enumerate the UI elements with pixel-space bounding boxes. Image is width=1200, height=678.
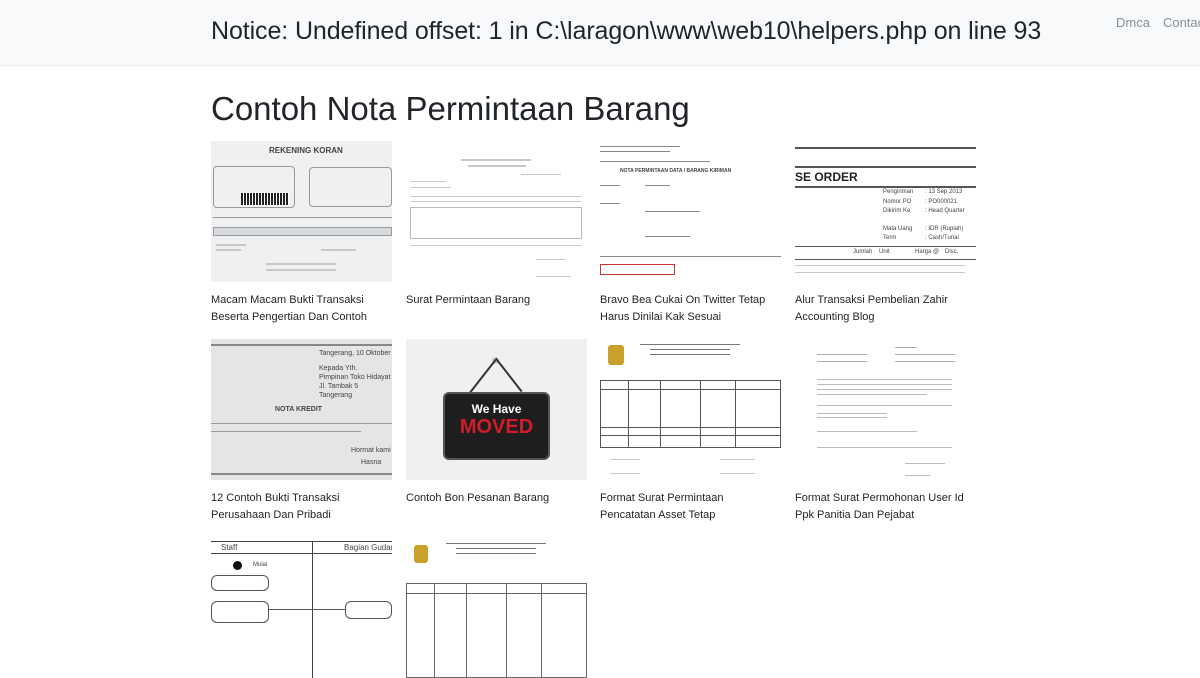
emblem-icon bbox=[608, 345, 624, 365]
note-signer: Hasna bbox=[361, 459, 382, 466]
gallery-item[interactable]: Surat Permintaan Barang bbox=[406, 141, 587, 309]
thumbnail-customs-form[interactable]: NOTA PERMINTAAN DATA / BARANG KIRIMAN bbox=[600, 141, 781, 282]
po-label: Term bbox=[883, 235, 897, 241]
lane-gudang: Bagian Gudang bbox=[344, 543, 392, 552]
thumbnail-asset-form[interactable] bbox=[600, 339, 781, 480]
gallery-caption[interactable]: Format Surat Permohonan User Id Ppk Pani… bbox=[795, 490, 976, 524]
gallery-caption[interactable]: Surat Permintaan Barang bbox=[406, 292, 587, 309]
moved-sign: We Have MOVED bbox=[443, 392, 550, 460]
thumbnail-flowchart[interactable]: Staff Bagian Gudang Mulai bbox=[211, 537, 392, 678]
thumbnail-request-letter[interactable] bbox=[406, 141, 587, 282]
gallery-link[interactable]: Contoh Bon Pesanan Barang bbox=[406, 492, 549, 504]
po-col: Jumlah bbox=[853, 249, 873, 255]
start-node-icon bbox=[233, 561, 242, 570]
gallery-item[interactable] bbox=[406, 537, 587, 678]
thumbnail-asset-form-2[interactable] bbox=[406, 537, 587, 678]
gallery-item[interactable]: Staff Bagian Gudang Mulai bbox=[211, 537, 392, 678]
po-label: Mata Uang bbox=[883, 226, 913, 232]
po-label: Dikirim Ke bbox=[883, 208, 911, 214]
gallery-caption[interactable]: Macam Macam Bukti Transaksi Beserta Peng… bbox=[211, 292, 392, 326]
nav-link-dmca[interactable]: Dmca bbox=[1116, 15, 1150, 30]
sign-line2: MOVED bbox=[459, 416, 534, 438]
gallery-caption[interactable]: Alur Transaksi Pembelian Zahir Accountin… bbox=[795, 292, 976, 326]
thumbnail-bank-statement[interactable]: REKENING KORAN bbox=[211, 141, 392, 282]
po-col: Harga @ bbox=[915, 249, 940, 255]
gallery-link[interactable]: Surat Permintaan Barang bbox=[406, 294, 530, 306]
thumbnail-purchase-order[interactable]: SE ORDER Pengiriman : 13 Sep 2013 Nomor … bbox=[795, 141, 976, 282]
gallery-link[interactable]: Bravo Bea Cukai On Twitter Tetap Harus D… bbox=[600, 294, 765, 323]
sign-line1: We Have bbox=[471, 402, 522, 416]
gallery-caption[interactable]: Format Surat Permintaan Pencatatan Asset… bbox=[600, 490, 781, 524]
note-to: Kepada Yth. bbox=[319, 365, 358, 372]
po-col: Disc. bbox=[945, 249, 959, 255]
note-closing: Hormat kami bbox=[351, 447, 391, 454]
po-value: : Cash/Tunai bbox=[925, 235, 959, 241]
gallery-link[interactable]: Alur Transaksi Pembelian Zahir Accountin… bbox=[795, 294, 948, 323]
thumb-heading: REKENING KORAN bbox=[269, 146, 343, 155]
lane-staff: Staff bbox=[221, 543, 238, 552]
thumb-heading: SE ORDER bbox=[795, 170, 858, 184]
po-value: : Head Quarter bbox=[925, 208, 965, 214]
po-value: : PO000021 bbox=[925, 199, 958, 205]
nav-link-contact[interactable]: Contact bbox=[1163, 15, 1200, 30]
gallery-caption[interactable]: 12 Contoh Bukti Transaksi Perusahaan Dan… bbox=[211, 490, 392, 524]
emblem-icon bbox=[414, 545, 428, 563]
gallery-item[interactable]: Format Surat Permohonan User Id Ppk Pani… bbox=[795, 339, 976, 524]
gallery-item[interactable]: SE ORDER Pengiriman : 13 Sep 2013 Nomor … bbox=[795, 141, 976, 326]
gallery-link[interactable]: Format Surat Permohonan User Id Ppk Pani… bbox=[795, 492, 964, 521]
thumbnail-moved-sign[interactable]: We Have MOVED bbox=[406, 339, 587, 480]
gallery-link[interactable]: Format Surat Permintaan Pencatatan Asset… bbox=[600, 492, 724, 521]
nav-links: Dmca Contact bbox=[1116, 15, 1200, 30]
gallery-item[interactable]: REKENING KORAN Macam Macam Bukti Transak… bbox=[211, 141, 392, 326]
gallery-caption[interactable]: Contoh Bon Pesanan Barang bbox=[406, 490, 587, 507]
gallery-caption[interactable]: Bravo Bea Cukai On Twitter Tetap Harus D… bbox=[600, 292, 781, 326]
top-navbar: Notice: Undefined offset: 1 in C:\larago… bbox=[0, 0, 1200, 66]
po-value: : 13 Sep 2013 bbox=[925, 189, 963, 195]
po-label: Pengiriman bbox=[883, 189, 914, 195]
note-street: Jl. Tambak 5 bbox=[319, 383, 359, 390]
note-city: Tangerang bbox=[319, 392, 353, 399]
po-value: : IDR (Rupiah) bbox=[925, 226, 964, 232]
gallery-link[interactable]: Macam Macam Bukti Transaksi Beserta Peng… bbox=[211, 294, 367, 323]
gallery-item[interactable]: Format Surat Permintaan Pencatatan Asset… bbox=[600, 339, 781, 524]
thumbnail-credit-note[interactable]: Tangerang, 10 Oktober Kepada Yth. Pimpin… bbox=[211, 339, 392, 480]
thumb-heading: NOTA PERMINTAAN DATA / BARANG KIRIMAN bbox=[620, 168, 732, 174]
thumbnail-user-id-letter[interactable] bbox=[795, 339, 976, 480]
gallery-item[interactable]: We Have MOVED Contoh Bon Pesanan Barang bbox=[406, 339, 587, 507]
note-date: Tangerang, 10 Oktober bbox=[319, 350, 391, 357]
po-label: Nomor PO bbox=[883, 199, 912, 205]
note-recipient: Pimpinan Toko Hidayat bbox=[319, 374, 391, 381]
page-title: Contoh Nota Permintaan Barang bbox=[211, 90, 690, 127]
php-notice-brand[interactable]: Notice: Undefined offset: 1 in C:\larago… bbox=[211, 17, 1041, 46]
gallery-item[interactable]: Tangerang, 10 Oktober Kepada Yth. Pimpin… bbox=[211, 339, 392, 524]
gallery-item[interactable]: NOTA PERMINTAAN DATA / BARANG KIRIMAN Br… bbox=[600, 141, 781, 326]
thumb-heading: NOTA KREDIT bbox=[275, 406, 323, 413]
gallery-link[interactable]: 12 Contoh Bukti Transaksi Perusahaan Dan… bbox=[211, 492, 339, 521]
start-label: Mulai bbox=[253, 562, 268, 568]
po-col: Unit bbox=[879, 249, 890, 255]
